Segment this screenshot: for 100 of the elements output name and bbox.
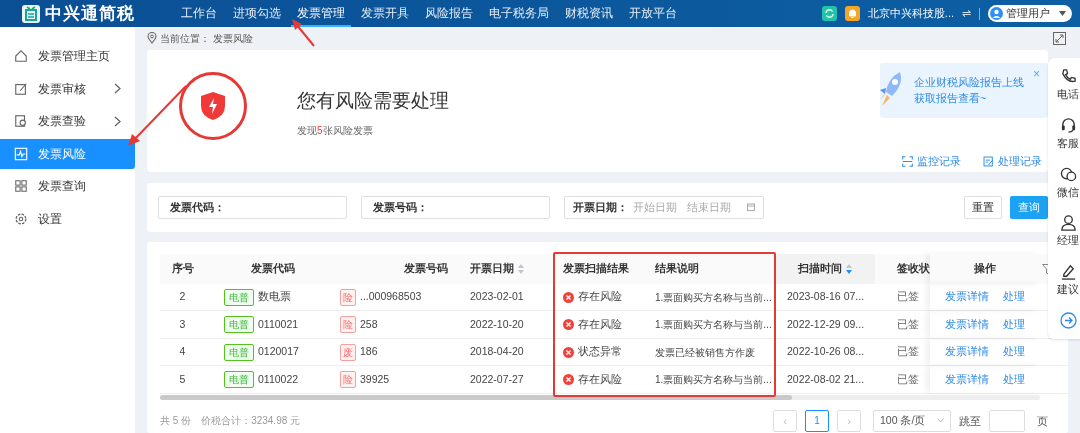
column-header[interactable]: 发票扫描结果 [553,254,645,284]
sidebar-item[interactable]: 设置 [0,203,135,234]
nav-tab[interactable]: 工作台 [175,0,223,27]
grid-icon [14,179,28,193]
total-amount: 价税合计：3234.98 元 [201,414,301,429]
invoice-type-tag: 电普 [224,343,254,361]
side-action[interactable]: 建议 [1057,263,1079,298]
reset-button[interactable]: 重置 [964,196,1002,219]
chat-bubbles-icon [1059,165,1077,183]
user-menu[interactable]: 管理用户 [988,5,1072,22]
side-action[interactable]: 微信 [1057,165,1079,201]
table-cell-text: 2022-12-29 09... [787,316,865,332]
column-header[interactable]: 开票日期 [460,254,553,284]
table-cell-text: 5 [179,371,186,387]
caret-icon [1059,11,1066,16]
input-field[interactable]: 发票代码： [158,196,347,219]
scan-icon [902,155,913,167]
column-header[interactable]: 结果说明 [645,254,775,284]
table-cell-text: 已签 [897,344,919,360]
shield-icon [200,90,226,121]
nav-tab[interactable]: 财税资讯 [559,0,619,27]
action-link[interactable]: 发票详情 [945,289,989,306]
page-size-select[interactable]: 100 条/页 [873,410,951,432]
error-icon [563,319,574,331]
table-cell-text: 39925 [360,371,390,387]
pulse-chart-icon [14,146,28,161]
table-cell-text: 258 [360,316,378,332]
sidebar-item[interactable]: 发票查验 [0,106,135,136]
edit-icon [14,81,28,96]
table-cell-text: 已签 [897,289,919,305]
column-header[interactable]: 操作 [930,254,1040,284]
record-link[interactable]: 监控记录 [902,153,961,170]
settings-icon [14,211,28,226]
invoice-type-tag: 电普 [224,316,254,334]
nav-tab[interactable]: 风险报告 [419,0,479,27]
promo-text: 企业财税风险报告上线 [914,75,1024,91]
action-link[interactable]: 处理 [1003,344,1025,361]
error-icon [563,374,574,386]
table-cell-text: 已签 [897,371,919,387]
sidebar-item[interactable]: 发票查询 [0,171,135,201]
action-link[interactable]: 发票详情 [945,371,989,388]
page-input[interactable] [989,410,1025,432]
table-cell-text: 存在风险 [578,289,622,305]
table-cell-text: 4 [179,344,186,360]
switch-icon[interactable]: ⇌ [962,5,971,22]
side-action[interactable]: 经理 [1057,214,1079,249]
scrollbar-thumb[interactable] [160,395,792,400]
side-action[interactable]: 电话 [1057,68,1079,103]
sidebar-item[interactable]: 发票管理主页 [0,41,135,71]
status-tag: 险 [340,371,356,389]
table-cell-text: 0120017 [258,344,299,360]
chevron-right-icon [114,83,121,94]
record-count: 共 5 份 [160,414,192,429]
refresh-icon [821,6,837,21]
chevron-down-icon [937,418,944,424]
record-link[interactable]: 处理记录 [983,153,1042,170]
error-icon [563,291,574,303]
app-logo-text: 中兴通简税 [45,2,135,25]
promo-text: 获取报告查看~ [914,91,988,107]
action-link[interactable]: 处理 [1003,316,1025,333]
bell-icon [844,6,860,21]
status-tag: 险 [340,316,356,334]
side-action[interactable]: 客服 [1057,116,1079,152]
table-cell-text: 存在风险 [578,316,622,332]
column-header[interactable]: 发票号码 [320,254,460,284]
input-field[interactable]: 发票号码： [361,196,550,219]
error-icon [563,346,574,358]
table-cell-text: 状态异常 [578,344,622,360]
table-cell-text: 2023-08-16 07... [787,289,865,305]
action-link[interactable]: 发票详情 [945,344,989,361]
company-name[interactable]: 北京中兴科技股... [867,5,954,22]
person-icon [1059,214,1077,232]
table-cell-text: 1.票面购买方名称与当前... [655,318,772,333]
column-header[interactable]: 发票代码 [205,254,320,284]
column-header[interactable]: 签收状 [875,254,930,284]
column-header[interactable]: 序号 [160,254,205,284]
action-link[interactable]: 处理 [1003,289,1025,306]
invoice-type-tag: 电普 [224,288,254,306]
date-range-field[interactable]: 开票日期： 开始日期 结束日期 [564,196,764,219]
sidebar-item[interactable]: 发票审核 [0,73,135,104]
arrow-right-circle-icon [1059,311,1077,329]
breadcrumb-link[interactable]: 发票风险 [213,30,253,46]
home-icon [14,49,28,63]
calendar-icon [747,203,755,212]
nav-tab[interactable]: 发票开具 [355,0,415,27]
action-link[interactable]: 发票详情 [945,316,989,333]
nav-tab[interactable]: 开放平台 [623,0,683,27]
nav-tab[interactable]: 进项勾选 [227,0,287,27]
column-header[interactable]: 扫描时间 [775,254,875,284]
table-cell-text: 发票已经被销售方作废 [655,345,755,360]
document-search-icon [14,114,28,128]
table-cell-text: 2018-04-20 [470,344,524,360]
nav-tab[interactable]: 电子税务局 [483,0,555,27]
phone-icon [1059,68,1077,85]
table-cell-text: 2022-07-27 [470,371,524,387]
chevron-right-icon [114,115,121,127]
avatar-icon [990,7,1003,20]
action-link[interactable]: 处理 [1003,371,1025,388]
table-cell-text: 186 [360,344,378,360]
status-tag: 废 [340,343,356,361]
